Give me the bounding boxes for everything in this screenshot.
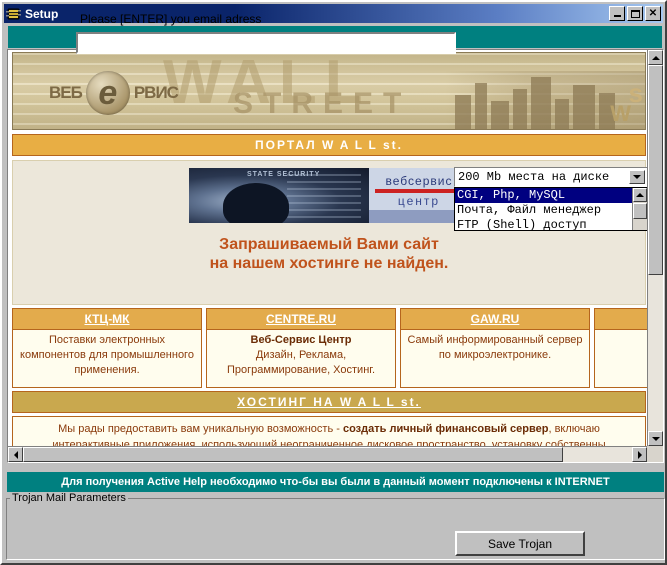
window-controls: ✕ [609, 6, 661, 21]
partner-cell: GAW.RU Самый информированный сервер по м… [400, 308, 590, 388]
partner-links-table: КТЦ-МК Поставки электронных компонентов … [12, 308, 648, 388]
listbox-scrollbar[interactable] [632, 188, 647, 230]
partner-link-label: КТЦ-МК [84, 312, 130, 326]
scroll-up-button[interactable] [633, 188, 647, 202]
maximize-icon [630, 9, 640, 18]
triangle-right [637, 450, 642, 459]
banner-street-text: STREET [233, 87, 412, 120]
listbox-items: CGI, Php, MySQL Почта, Файл менеджер FTP… [455, 188, 632, 230]
list-item[interactable]: Почта, Файл менеджер [455, 203, 632, 218]
not-found-line-1: Запрашиваемый Вами сайт [219, 236, 439, 253]
partner-description: Рекорд Афиш [594, 330, 648, 388]
scroll-thumb[interactable] [633, 203, 647, 219]
hosting-section-body: Мы рады предоставить вам уникальную возм… [12, 416, 646, 448]
group-box-label: Trojan Mail Parameters [10, 492, 128, 504]
banner-logo-e: e [85, 71, 130, 115]
combo-selected-value: 200 Mb места на диске [458, 170, 610, 184]
embedded-browser: WALL STREET ВЕБ e РВИС s W ПОРТАЛ W A L … [7, 49, 664, 463]
skyline-building [491, 101, 509, 129]
site-not-found-message: Запрашиваемый Вами сайт на нашем хостинг… [13, 229, 645, 273]
skyline-building [475, 83, 487, 129]
scroll-down-button[interactable] [648, 431, 663, 446]
scrollbar-corner [647, 446, 663, 462]
banner-logo: ВЕБ e РВИС [49, 71, 179, 115]
partner-link[interactable]: GAW.RU [400, 308, 590, 330]
close-button[interactable]: ✕ [645, 6, 661, 21]
list-item[interactable]: FTP (Shell) доступ [455, 218, 632, 230]
vertical-scroll-track[interactable] [648, 275, 663, 431]
content-block: STATE SECURITY вебсервис центр 200 Mb ме… [12, 160, 648, 305]
portal-bar: ПОРТАЛ W A L L st. [12, 134, 646, 156]
email-prompt-label: Please [ENTER] you email adress [80, 12, 262, 26]
partner-desc-text: Самый информированный сервер по микроэле… [407, 334, 583, 361]
partner-link[interactable]: КТЦ-МК [12, 308, 202, 330]
vertical-scroll-thumb[interactable] [648, 65, 663, 275]
hosting-header-label: ХОСТИНГ НА W A L L st. [237, 395, 421, 409]
internet-connection-notice: Для получения Active Help необходимо что… [7, 472, 664, 492]
wallst-banner[interactable]: WALL STREET ВЕБ e РВИС s W [12, 52, 646, 130]
scroll-up-button[interactable] [648, 50, 663, 65]
webservice-red-rule [375, 189, 463, 193]
internet-connection-notice-text: Для получения Active Help необходимо что… [61, 476, 610, 488]
webservice-line1: вебсервис [385, 174, 453, 188]
partner-cell: CENTRE.RU Веб-Сервис Центр Дизайн, Рекла… [206, 308, 396, 388]
minimize-button[interactable] [609, 6, 625, 21]
partner-description: Веб-Сервис Центр Дизайн, Реклама, Програ… [206, 330, 396, 388]
partner-cell: CIR Рекорд Афиш [594, 308, 648, 388]
web-page: WALL STREET ВЕБ e РВИС s W ПОРТАЛ W A L … [8, 50, 648, 448]
triangle-down [651, 436, 660, 441]
skyline-building [531, 77, 551, 129]
minimize-icon [613, 15, 621, 17]
setup-window: Setup ✕ Internet Trojan Active Help WALL… [0, 0, 667, 565]
partner-description: Поставки электронных компонентов для про… [12, 330, 202, 388]
banner-corner-w: W [610, 101, 631, 126]
email-field[interactable] [76, 32, 456, 54]
scroll-right-button[interactable] [632, 447, 647, 462]
triangle-down [633, 175, 641, 179]
hosting-line1-a: Мы рады предоставить вам уникальную возм… [58, 423, 343, 435]
maximize-button[interactable] [627, 6, 643, 21]
chip-icon [6, 6, 22, 22]
triangle-up [636, 193, 644, 197]
skyline-building [573, 85, 595, 129]
partner-link-label: GAW.RU [470, 312, 520, 326]
webservice-line2: центр [397, 194, 441, 208]
banner-logo-right: РВИС [133, 83, 179, 102]
not-found-line-2: на нашем хостинге не найден. [209, 255, 449, 272]
chevron-down-icon[interactable] [629, 170, 645, 184]
partner-link[interactable]: CENTRE.RU [206, 308, 396, 330]
partner-link[interactable]: CIR [594, 308, 648, 330]
skyline-building [455, 95, 471, 129]
close-icon: ✕ [648, 7, 658, 19]
horizontal-scroll-track[interactable] [563, 447, 632, 462]
browser-horizontal-scrollbar[interactable] [8, 446, 647, 462]
skyline-building [513, 89, 527, 129]
portal-bar-text: ПОРТАЛ W A L L st. [255, 138, 403, 152]
ad-photo[interactable]: STATE SECURITY [189, 168, 369, 223]
hosting-line1-c: , включаю [548, 423, 600, 435]
hosting-features-listbox[interactable]: CGI, Php, MySQL Почта, Файл менеджер FTP… [454, 187, 648, 231]
ad-photo-caption: STATE SECURITY [247, 171, 321, 178]
triangle-left [13, 450, 18, 459]
partner-link-label: CENTRE.RU [265, 312, 336, 326]
partner-desc-bold: Веб-Сервис Центр [250, 334, 352, 346]
banner-logo-left: ВЕБ [49, 83, 83, 102]
skyline-building [555, 99, 569, 129]
hosting-features-combo[interactable]: 200 Mb места на диске [454, 167, 648, 187]
horizontal-scroll-thumb[interactable] [23, 447, 563, 462]
scroll-left-button[interactable] [8, 447, 23, 462]
partner-desc-text: Поставки электронных компонентов для про… [20, 334, 194, 376]
hosting-features-selector: 200 Mb места на диске CGI, Php, MySQL По… [454, 167, 648, 231]
list-item[interactable]: CGI, Php, MySQL [455, 188, 632, 203]
partner-description: Самый информированный сервер по микроэле… [400, 330, 590, 388]
hosting-line1-b: создать личный финансовый сервер [342, 423, 549, 435]
browser-vertical-scrollbar[interactable] [647, 50, 663, 446]
partner-desc-text: Дизайн, Реклама, Программирование, Хости… [227, 349, 375, 376]
save-trojan-button[interactable]: Save Trojan [455, 531, 585, 556]
triangle-up [651, 55, 660, 60]
hosting-section-header[interactable]: ХОСТИНГ НА W A L L st. [12, 391, 646, 413]
partner-cell: КТЦ-МК Поставки электронных компонентов … [12, 308, 202, 388]
